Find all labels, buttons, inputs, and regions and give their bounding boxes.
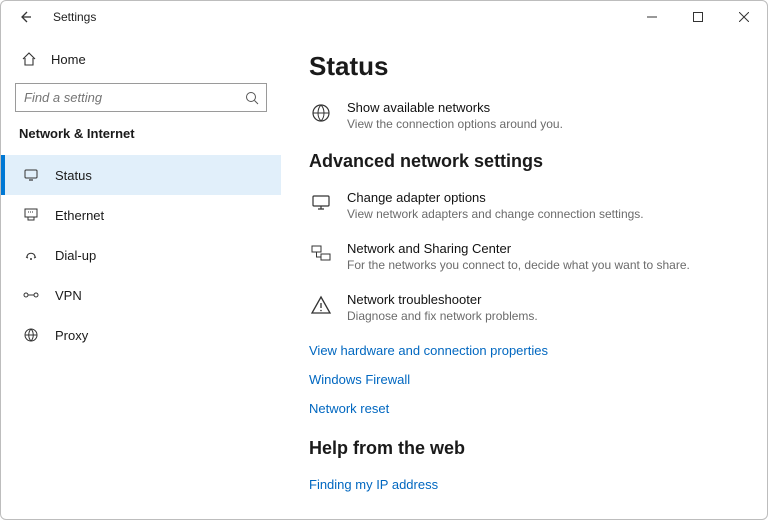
network-sharing-center[interactable]: Network and Sharing Center For the netwo… [309,241,743,272]
page-title: Status [309,51,743,82]
search-input[interactable] [15,83,267,112]
sidebar-item-proxy[interactable]: Proxy [1,315,281,355]
link-windows-firewall[interactable]: Windows Firewall [309,372,743,387]
search-container [15,83,267,112]
sidebar-section-header: Network & Internet [19,126,267,141]
link-network-reset[interactable]: Network reset [309,401,743,416]
sidebar-item-vpn[interactable]: VPN [1,275,281,315]
monitor-icon [309,190,333,221]
home-nav-item[interactable]: Home [15,43,267,75]
show-networks-option[interactable]: Show available networks View the connect… [309,100,743,131]
titlebar: Settings [1,1,767,33]
option-desc: For the networks you connect to, decide … [347,258,690,272]
status-icon [23,167,39,183]
option-title: Show available networks [347,100,563,115]
close-icon [739,12,749,22]
option-desc: View the connection options around you. [347,117,563,131]
dialup-icon [23,247,39,263]
option-desc: Diagnose and fix network problems. [347,309,538,323]
section-advanced-header: Advanced network settings [309,151,743,172]
window-controls [629,1,767,33]
link-finding-ip[interactable]: Finding my IP address [309,477,743,492]
close-button[interactable] [721,1,767,33]
option-title: Network troubleshooter [347,292,538,307]
sidebar: Home Network & Internet Status Ethernet [1,33,281,519]
option-title: Change adapter options [347,190,644,205]
warning-icon [309,292,333,323]
option-title: Network and Sharing Center [347,241,690,256]
link-hardware-properties[interactable]: View hardware and connection properties [309,343,743,358]
proxy-icon [23,327,39,343]
section-help-header: Help from the web [309,438,743,459]
minimize-icon [647,12,657,22]
search-icon [245,91,259,105]
sidebar-item-status[interactable]: Status [1,155,281,195]
maximize-icon [693,12,703,22]
network-icon [309,241,333,272]
ethernet-icon [23,207,39,223]
sidebar-item-ethernet[interactable]: Ethernet [1,195,281,235]
globe-icon [309,100,333,131]
vpn-icon [23,287,39,303]
window-title: Settings [53,10,96,24]
sidebar-item-label: Proxy [55,328,88,343]
network-troubleshooter[interactable]: Network troubleshooter Diagnose and fix … [309,292,743,323]
home-icon [21,51,37,67]
minimize-button[interactable] [629,1,675,33]
sidebar-item-label: Dial-up [55,248,96,263]
sidebar-item-label: Ethernet [55,208,104,223]
adapter-options[interactable]: Change adapter options View network adap… [309,190,743,221]
back-arrow-icon [18,10,32,24]
sidebar-item-dialup[interactable]: Dial-up [1,235,281,275]
back-button[interactable] [13,5,37,29]
sidebar-item-label: Status [55,168,92,183]
home-label: Home [51,52,86,67]
main-content: Status Show available networks View the … [281,33,767,519]
option-desc: View network adapters and change connect… [347,207,644,221]
sidebar-item-label: VPN [55,288,82,303]
maximize-button[interactable] [675,1,721,33]
